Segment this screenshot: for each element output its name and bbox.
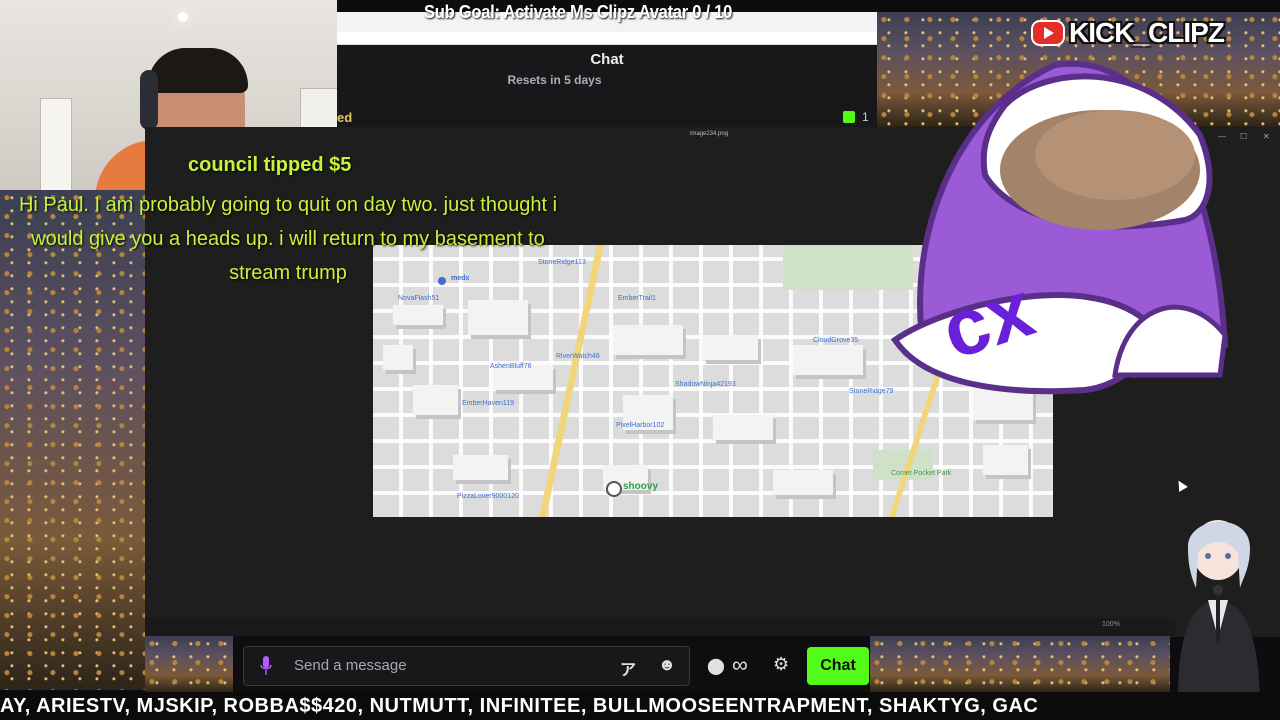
youtube-icon [1033, 22, 1063, 44]
building [413, 385, 458, 415]
building [613, 325, 683, 355]
chat-window-title: Chat [590, 51, 624, 68]
map-label: ShadowNinja42193 [675, 381, 736, 388]
maximize-icon[interactable]: ☐ [1240, 132, 1247, 141]
map-label: EmberTrail1 [618, 295, 656, 302]
player-marker [606, 481, 622, 497]
city-background-bottom-left [145, 636, 240, 692]
tip-alert-message: Hi Paul. I am probably going to quit on … [18, 194, 558, 284]
building [383, 345, 413, 370]
map-label: Comet Pocket Park [891, 470, 952, 477]
channel-logo-text: KICK_CLIPZ [1069, 17, 1225, 48]
infinity-icon[interactable]: ∞ [732, 652, 748, 678]
webcam-headset [140, 70, 158, 130]
sub-goal-text: Sub Goal: Activate Ms Clipz Avatar 0 / 1… [424, 2, 733, 22]
map-label: PizzaLover9000120 [457, 493, 519, 500]
gift-icon [843, 111, 855, 123]
map-label: AshenBluff76 [490, 363, 532, 370]
webcam-lamp [178, 12, 188, 22]
building [703, 335, 758, 360]
translate-icon[interactable]: ア [620, 656, 636, 680]
goal-reset-text: Resets in 5 days [507, 73, 602, 87]
player-name-label: shoovy [623, 481, 659, 492]
city-background-bottom-right [870, 636, 1170, 692]
gift-count: 1 [862, 110, 869, 124]
building [983, 445, 1028, 475]
building [453, 455, 508, 480]
map-label: EmberHaven119 [462, 400, 515, 407]
vtuber-avatar [1178, 520, 1260, 700]
image-viewer-statusbar [145, 618, 1175, 636]
emoji-icon[interactable]: ☻ [658, 655, 676, 675]
image-viewer-filename: image234.png [690, 131, 729, 137]
map-label: PixelHarbor102 [616, 422, 665, 429]
map-label: NovaFlash51 [398, 295, 440, 302]
building [468, 300, 528, 335]
subscriber-ticker: AY, ARIESTV, MJSKIP, ROBBA$$420, NUTMUTT… [0, 692, 1280, 720]
gear-icon[interactable]: ⚙ [773, 654, 789, 675]
users-icon[interactable]: ⬤ [707, 656, 725, 676]
building [773, 470, 833, 495]
message-placeholder: Send a message [294, 657, 407, 674]
map-label: CloudGrove35 [813, 337, 859, 344]
beanie-overlay-icon: cx [890, 60, 1229, 395]
partial-chat-text: ed [337, 110, 353, 125]
webcam-door [40, 98, 72, 190]
webcam-hair [148, 48, 248, 93]
building [393, 305, 443, 325]
channel-logo: KICK_CLIPZ [1033, 16, 1225, 50]
zoom-level[interactable]: 100% [1102, 621, 1120, 628]
building [793, 345, 863, 375]
close-icon[interactable]: ✕ [1263, 132, 1270, 141]
map-label: RiverWatch48 [556, 353, 600, 360]
mic-icon[interactable] [260, 656, 272, 676]
tip-alert-title: council tipped $5 [188, 154, 352, 176]
building [713, 415, 773, 440]
send-chat-button[interactable]: Chat [807, 647, 869, 685]
